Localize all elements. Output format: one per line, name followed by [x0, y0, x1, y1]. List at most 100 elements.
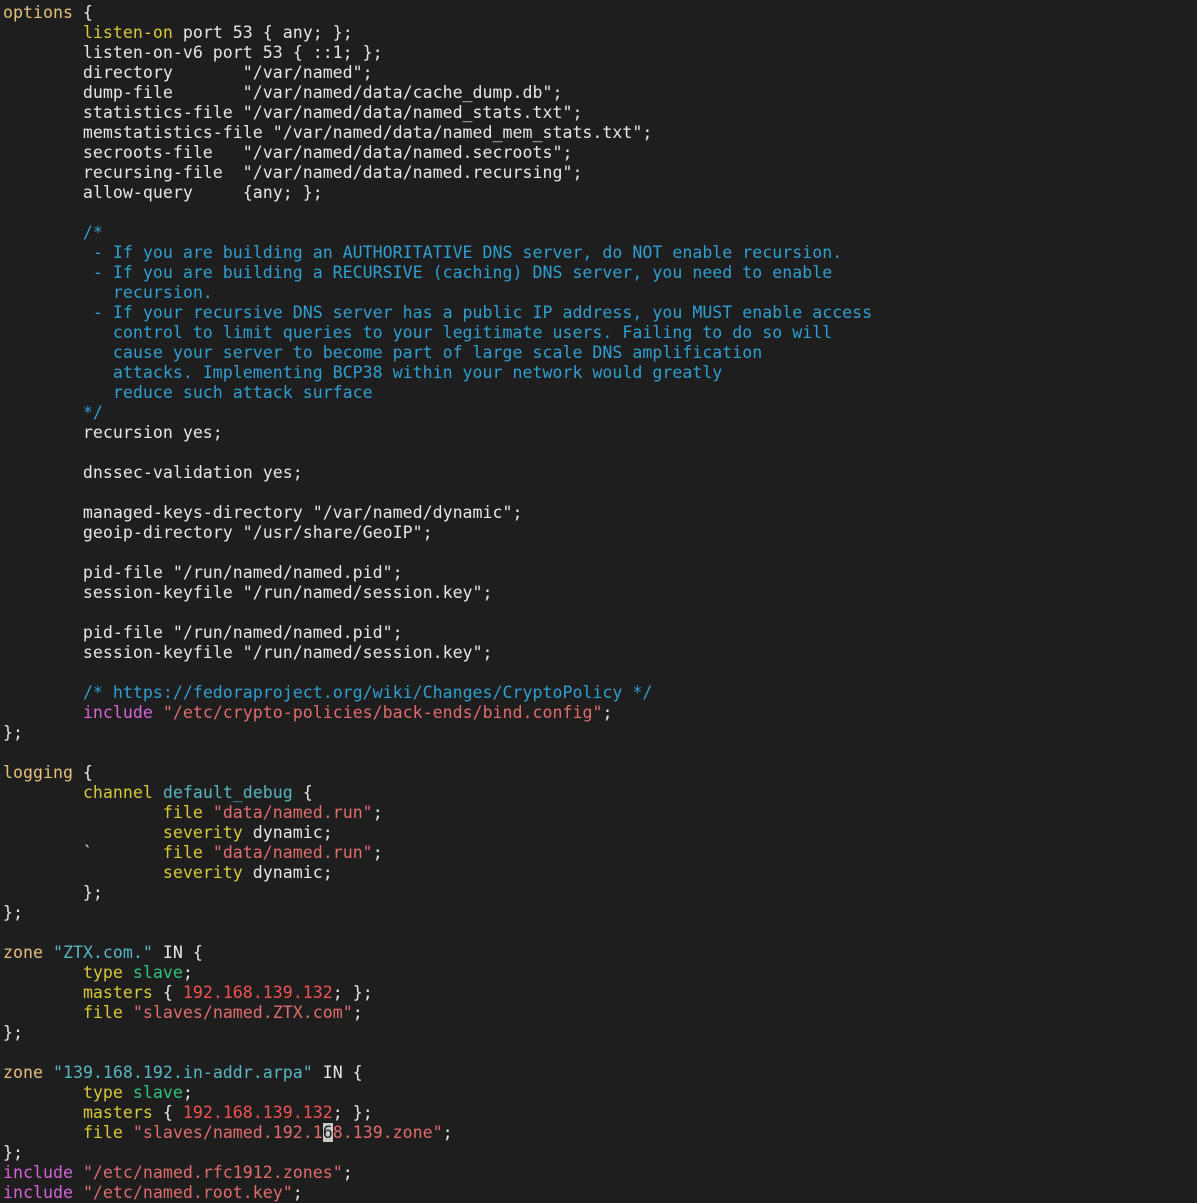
terminal-editor[interactable]: options { listen-on port 53 { any; }; li… — [3, 3, 1193, 1203]
code-token-comment: cause your server to become part of larg… — [3, 343, 763, 362]
editor-line[interactable]: recursion yes; — [3, 423, 1193, 443]
code-token-string: "slaves/named.192.1 — [132, 1123, 323, 1142]
editor-line[interactable]: session-keyfile "/run/named/session.key"… — [3, 643, 1193, 663]
editor-line[interactable]: session-keyfile "/run/named/session.key"… — [3, 583, 1193, 603]
editor-line[interactable]: zone "ZTX.com." IN { — [3, 943, 1193, 963]
editor-line[interactable]: zone "139.168.192.in-addr.arpa" IN { — [3, 1063, 1193, 1083]
editor-line[interactable]: - If you are building an AUTHORITATIVE D… — [3, 243, 1193, 263]
editor-line[interactable]: dnssec-validation yes; — [3, 463, 1193, 483]
code-token-plain: recursing-file "/var/named/data/named.re… — [3, 163, 583, 182]
code-token-plain: port 53 { any; }; — [172, 23, 353, 42]
editor-line[interactable]: /* https://fedoraproject.org/wiki/Change… — [3, 683, 1193, 703]
code-token-plain: ; — [342, 1163, 353, 1182]
editor-line[interactable]: ` file "data/named.run"; — [3, 843, 1193, 863]
editor-line[interactable]: file "slaves/named.ZTX.com"; — [3, 1003, 1193, 1023]
editor-line[interactable] — [3, 923, 1193, 943]
editor-line[interactable]: /* — [3, 223, 1193, 243]
editor-line[interactable]: - If your recursive DNS server has a pub… — [3, 303, 1193, 323]
code-token-string: "data/named.run" — [212, 803, 373, 822]
code-token-plain: ; — [442, 1123, 453, 1142]
code-token-plain: secroots-file "/var/named/data/named.sec… — [3, 143, 573, 162]
editor-line[interactable]: severity dynamic; — [3, 823, 1193, 843]
editor-line[interactable] — [3, 443, 1193, 463]
editor-line[interactable]: recursion. — [3, 283, 1193, 303]
editor-line[interactable]: logging { — [3, 763, 1193, 783]
editor-line[interactable] — [3, 743, 1193, 763]
editor-line[interactable]: include "/etc/named.rfc1912.zones"; — [3, 1163, 1193, 1183]
editor-line[interactable]: allow-query {any; }; — [3, 183, 1193, 203]
editor-line[interactable] — [3, 603, 1193, 623]
code-token-magenta: include — [3, 1183, 73, 1202]
editor-line[interactable]: cause your server to become part of larg… — [3, 343, 1193, 363]
code-token-green: slave — [132, 1083, 183, 1102]
code-token-yellow: channel — [82, 783, 153, 802]
editor-line[interactable]: }; — [3, 903, 1193, 923]
editor-line[interactable]: statistics-file "/var/named/data/named_s… — [3, 103, 1193, 123]
editor-line[interactable]: type slave; — [3, 1083, 1193, 1103]
editor-line[interactable]: control to limit queries to your legitim… — [3, 323, 1193, 343]
code-token-yellow: type — [82, 963, 123, 982]
editor-line[interactable]: geoip-directory "/usr/share/GeoIP"; — [3, 523, 1193, 543]
code-token-plain: managed-keys-directory "/var/named/dynam… — [3, 503, 523, 522]
editor-line[interactable]: }; — [3, 723, 1193, 743]
code-token-comment: - If your recursive DNS server has a pub… — [3, 303, 873, 322]
editor-line[interactable]: include "/etc/crypto-policies/back-ends/… — [3, 703, 1193, 723]
code-token-plain: }; — [3, 723, 23, 742]
code-token-plain: ; }; — [332, 983, 373, 1002]
editor-line[interactable]: memstatistics-file "/var/named/data/name… — [3, 123, 1193, 143]
editor-line[interactable]: }; — [3, 883, 1193, 903]
editor-line[interactable]: listen-on-v6 port 53 { ::1; }; — [3, 43, 1193, 63]
editor-line[interactable]: masters { 192.168.139.132; }; — [3, 983, 1193, 1003]
editor-line[interactable]: options { — [3, 3, 1193, 23]
editor-line[interactable]: channel default_debug { — [3, 783, 1193, 803]
editor-line[interactable]: include "/etc/named.root.key"; — [3, 1183, 1193, 1203]
editor-line[interactable]: reduce such attack surface — [3, 383, 1193, 403]
editor-line[interactable]: managed-keys-directory "/var/named/dynam… — [3, 503, 1193, 523]
editor-line[interactable]: */ — [3, 403, 1193, 423]
code-token-yellow: severity — [162, 863, 243, 882]
editor-line[interactable]: directory "/var/named"; — [3, 63, 1193, 83]
editor-line[interactable]: file "slaves/named.192.168.139.zone"; — [3, 1123, 1193, 1143]
editor-line[interactable]: listen-on port 53 { any; }; — [3, 23, 1193, 43]
code-token-string: "slaves/named.ZTX.com" — [132, 1003, 353, 1022]
editor-line[interactable] — [3, 663, 1193, 683]
code-token-string: "/etc/named.root.key" — [82, 1183, 293, 1202]
editor-line[interactable]: secroots-file "/var/named/data/named.sec… — [3, 143, 1193, 163]
editor-line[interactable]: pid-file "/run/named/named.pid"; — [3, 563, 1193, 583]
code-token-plain: { — [152, 983, 183, 1002]
editor-line[interactable]: type slave; — [3, 963, 1193, 983]
editor-line[interactable]: recursing-file "/var/named/data/named.re… — [3, 163, 1193, 183]
code-token-plain: dynamic; — [242, 863, 333, 882]
editor-line[interactable]: }; — [3, 1023, 1193, 1043]
editor-line[interactable]: }; — [3, 1143, 1193, 1163]
editor-line[interactable] — [3, 1043, 1193, 1063]
code-token-magenta: include — [82, 703, 153, 722]
code-token-plain: dynamic; — [242, 823, 333, 842]
editor-line[interactable] — [3, 543, 1193, 563]
code-token-plain: statistics-file "/var/named/data/named_s… — [3, 103, 583, 122]
editor-line[interactable]: file "data/named.run"; — [3, 803, 1193, 823]
code-token-plain: ; — [182, 1083, 193, 1102]
code-token-yellow: file — [162, 803, 203, 822]
editor-line[interactable]: masters { 192.168.139.132; }; — [3, 1103, 1193, 1123]
editor-line[interactable]: attacks. Implementing BCP38 within your … — [3, 363, 1193, 383]
editor-line[interactable] — [3, 483, 1193, 503]
editor-line[interactable]: severity dynamic; — [3, 863, 1193, 883]
editor-line[interactable]: - If you are building a RECURSIVE (cachi… — [3, 263, 1193, 283]
code-token-keyword: options — [3, 3, 73, 22]
editor-line[interactable] — [3, 203, 1193, 223]
editor-line[interactable]: pid-file "/run/named/named.pid"; — [3, 623, 1193, 643]
editor-line[interactable]: dump-file "/var/named/data/cache_dump.db… — [3, 83, 1193, 103]
